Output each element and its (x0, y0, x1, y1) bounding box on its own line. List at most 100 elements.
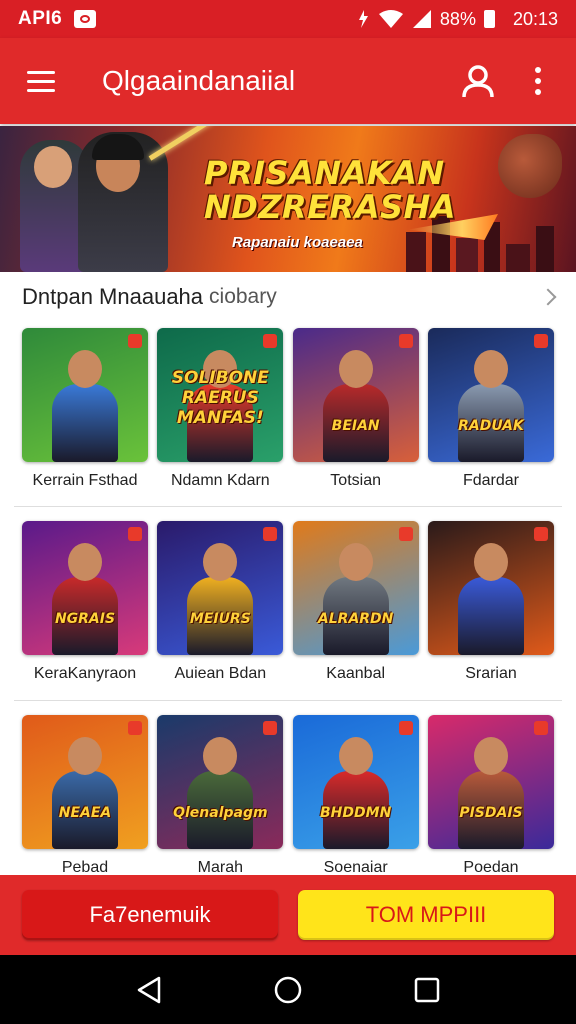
character-body (52, 384, 118, 462)
banner-headline-line2: NDZRERASHA (204, 188, 457, 226)
cell-signal-icon (412, 10, 431, 28)
game-thumbnail[interactable] (427, 521, 554, 655)
character-head (203, 543, 238, 581)
hot-badge-icon (128, 334, 142, 348)
status-right: 88% 20:13 (356, 9, 558, 30)
game-title: Srarian (465, 665, 517, 682)
app-bar: Qlgaaindanaiial (0, 38, 576, 124)
hero-female-head (34, 146, 72, 188)
game-card[interactable]: BEIAN Totsian (292, 328, 419, 490)
home-icon[interactable] (258, 960, 318, 1020)
game-row-1: Kerrain Fsthad SOLIBONE RAERUS MANFAS! Nda… (22, 328, 554, 490)
game-logo-text: SOLIBONE RAERUS MANFAS! (171, 368, 269, 428)
character-head (473, 543, 508, 581)
character-head (473, 350, 508, 388)
character-head (68, 737, 102, 775)
hot-badge-icon (398, 334, 413, 348)
game-card[interactable]: Srarian (427, 521, 554, 683)
recents-icon[interactable] (397, 960, 457, 1020)
game-logo-text: PISDAIS (459, 805, 523, 821)
more-vert-icon[interactable] (508, 38, 568, 124)
game-thumbnail[interactable]: Qlenalpagm (157, 715, 284, 849)
game-logo-text: MEIURS (189, 611, 251, 627)
game-thumbnail[interactable] (22, 328, 148, 462)
banner-subtitle: Rapanaiu koaeaea (232, 234, 363, 251)
game-card[interactable]: RADUAK Fdardar (427, 328, 554, 490)
secondary-action-button[interactable]: TOM MPPIII (298, 890, 554, 940)
character-head (203, 737, 238, 775)
character-head (338, 350, 373, 388)
game-thumbnail[interactable]: PISDAIS (427, 715, 554, 849)
hot-badge-icon (398, 527, 413, 541)
game-logo-text: BEIAN (331, 418, 380, 434)
carrier-label: API6 (18, 8, 63, 29)
user-icon[interactable] (448, 38, 508, 124)
back-icon[interactable] (119, 960, 179, 1020)
status-left: API6 (18, 8, 97, 30)
game-title: Ndamn Kdarn (170, 472, 270, 489)
game-thumbnail[interactable]: BEIAN (292, 328, 419, 462)
game-logo-text: RADUAK (458, 418, 524, 434)
game-thumbnail[interactable]: ALRARDN (292, 521, 419, 655)
fist-graphic (498, 134, 562, 198)
section-title: Dntpan Mnaauaha (22, 284, 204, 309)
battery-percent: 88% (439, 8, 476, 29)
hot-badge-icon (398, 721, 413, 735)
section-subtitle: ciobary (209, 285, 277, 308)
game-card[interactable]: PISDAIS Poedan (427, 715, 554, 877)
game-row-3: NEAEA Pebad Qlenalpagm Marah BHDDMN Soenaiar P… (22, 715, 554, 877)
hot-badge-icon (533, 721, 548, 735)
game-thumbnail[interactable]: BHDDMN (292, 715, 419, 849)
row-divider (14, 700, 562, 701)
game-thumbnail[interactable]: NEAEA (22, 715, 148, 849)
battery-icon (483, 10, 495, 28)
banner-headline: PRISANAKAN NDZRERASHA (204, 154, 457, 226)
game-logo-text: BHDDMN (320, 805, 392, 821)
game-card[interactable]: NGRAIS KeraKanyraon (22, 521, 148, 683)
character-head (338, 543, 373, 581)
game-thumbnail[interactable]: NGRAIS (22, 521, 148, 655)
hot-badge-icon (533, 527, 548, 541)
game-card[interactable]: NEAEA Pebad (22, 715, 148, 877)
character-head (338, 737, 373, 775)
game-card[interactable]: Kerrain Fsthad (22, 328, 148, 490)
game-logo-text: NEAEA (58, 805, 112, 821)
game-thumbnail[interactable]: MEIURS (157, 521, 284, 655)
game-title: Auiean Bdan (174, 665, 267, 682)
status-bar: API6 88% 20:13 (0, 0, 576, 38)
promo-banner[interactable]: PRISANAKAN NDZRERASHA Rapanaiu koaeaea (0, 126, 576, 272)
hot-badge-icon (263, 527, 278, 541)
banner-headline-line1: PRISANAKAN (204, 154, 445, 192)
clock: 20:13 (512, 8, 558, 29)
primary-action-button[interactable]: Fa7enemuik (22, 890, 278, 940)
game-row-2: NGRAIS KeraKanyraon MEIURS Auiean Bdan ALRAR… (22, 521, 554, 683)
game-thumbnail[interactable]: SOLIBONE RAERUS MANFAS! (157, 328, 284, 462)
section-header[interactable]: Dntpan Mnaauaha ciobary (0, 276, 576, 318)
hot-badge-icon (128, 721, 142, 735)
row-divider (14, 506, 562, 507)
game-title: Kaanbal (326, 665, 386, 682)
game-title: Totsian (330, 472, 381, 489)
game-card[interactable]: SOLIBONE RAERUS MANFAS! Ndamn Kdarn (157, 328, 284, 490)
game-logo-text: ALRARDN (317, 611, 394, 627)
game-thumbnail[interactable]: RADUAK (427, 328, 554, 462)
game-card[interactable]: ALRARDN Kaanbal (292, 521, 419, 683)
game-logo-text: NGRAIS (54, 611, 116, 627)
chevron-right-icon[interactable] (539, 288, 557, 306)
system-nav-bar (0, 955, 576, 1024)
character-head (68, 350, 102, 388)
game-title: Fdardar (462, 472, 519, 489)
game-card[interactable]: Qlenalpagm Marah (157, 715, 284, 877)
character-head (473, 737, 508, 775)
game-logo-text: Qlenalpagm (173, 805, 268, 821)
menu-icon[interactable] (0, 38, 82, 124)
game-title: KeraKanyraon (33, 665, 137, 682)
hot-badge-icon (263, 721, 278, 735)
hot-badge-icon (128, 527, 142, 541)
hot-badge-icon (263, 334, 278, 348)
game-card[interactable]: MEIURS Auiean Bdan (157, 521, 284, 683)
wifi-icon (378, 10, 403, 28)
signal-icon (358, 10, 368, 28)
character-body (457, 577, 524, 655)
game-card[interactable]: BHDDMN Soenaiar (292, 715, 419, 877)
